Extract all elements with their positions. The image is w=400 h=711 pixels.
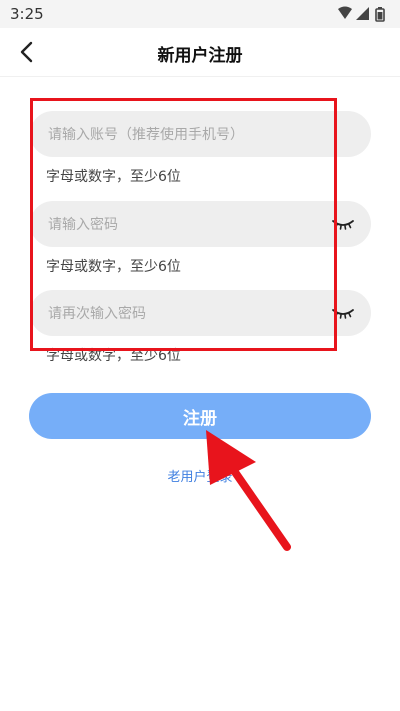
status-icons	[336, 6, 388, 22]
password-visibility-toggle[interactable]	[331, 215, 355, 233]
confirm-password-hint: 字母或数字，至少6位	[46, 348, 181, 364]
register-button[interactable]: 注册	[29, 393, 371, 439]
existing-user-login-link[interactable]: 老用户登录	[0, 466, 400, 485]
password-field[interactable]	[30, 201, 371, 249]
eye-closed-icon	[332, 220, 354, 230]
battery-icon	[375, 7, 385, 22]
signal-icon	[356, 7, 369, 20]
eye-closed-icon	[332, 309, 354, 319]
password-hint: 字母或数字，至少6位	[46, 259, 181, 275]
account-field[interactable]	[30, 111, 371, 159]
navigation-bar: 新用户注册	[0, 28, 400, 77]
confirm-password-field[interactable]	[30, 290, 371, 338]
account-hint: 字母或数字，至少6位	[46, 169, 181, 185]
status-bar: 3:25	[0, 0, 400, 28]
page-title: 新用户注册	[157, 46, 243, 66]
confirm-password-input[interactable]	[46, 290, 330, 338]
status-time: 3:25	[10, 5, 44, 23]
confirm-password-visibility-toggle[interactable]	[331, 304, 355, 322]
wifi-icon	[338, 6, 352, 19]
account-input[interactable]	[46, 111, 330, 159]
password-input[interactable]	[46, 201, 330, 249]
